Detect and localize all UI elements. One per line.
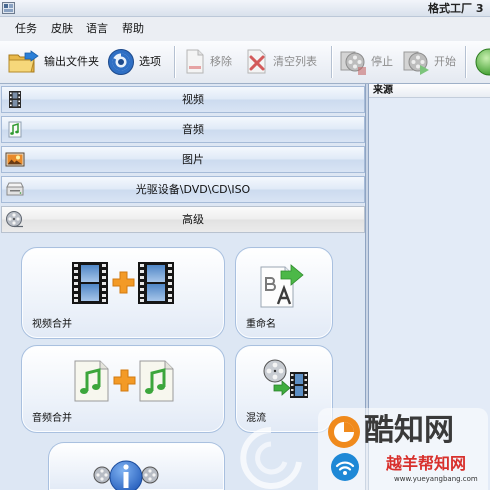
video-merge-icon bbox=[72, 262, 174, 304]
category-video[interactable]: 视频 bbox=[1, 86, 365, 113]
media-info-icon bbox=[93, 455, 159, 490]
stop-button[interactable]: 停止 bbox=[339, 41, 393, 83]
options-label: 选项 bbox=[139, 55, 161, 68]
category-label: 图片 bbox=[182, 153, 204, 166]
rename-label: 重命名 bbox=[246, 319, 276, 330]
watermark-site-logo-icon bbox=[330, 452, 360, 482]
output-folder-button[interactable]: 输出文件夹 bbox=[8, 41, 99, 83]
menu-skin[interactable]: 皮肤 bbox=[51, 22, 73, 36]
watermark-url: www.yueyangbang.com bbox=[394, 475, 478, 483]
column-source[interactable]: 来源 bbox=[373, 85, 393, 97]
rename-icon bbox=[257, 264, 305, 308]
clear-list-button[interactable]: 清空列表 bbox=[245, 41, 317, 83]
options-gear-icon bbox=[107, 48, 135, 76]
toolbar-separator bbox=[174, 46, 176, 78]
audio-merge-icon bbox=[74, 360, 174, 402]
remove-document-icon bbox=[184, 49, 206, 75]
toolbar: 输出文件夹 选项 移除 清空列表 停止 开始 bbox=[0, 41, 490, 84]
category-label: 光驱设备\DVD\CD\ISO bbox=[135, 183, 251, 196]
video-merge-button[interactable]: 视频合并 bbox=[21, 247, 225, 339]
audio-merge-label: 音频合并 bbox=[32, 413, 72, 424]
stop-icon bbox=[339, 48, 367, 76]
swirl-watermark-icon bbox=[236, 424, 306, 490]
category-audio[interactable]: 音频 bbox=[1, 116, 365, 143]
app-icon[interactable] bbox=[2, 2, 15, 14]
clear-list-icon bbox=[245, 49, 269, 75]
toolbar-separator bbox=[465, 46, 467, 78]
green-globe-icon[interactable] bbox=[472, 47, 490, 77]
watermark-site-name: 越羊帮知网 bbox=[386, 454, 467, 473]
menu-help[interactable]: 帮助 bbox=[122, 22, 144, 36]
file-list-header: 来源 bbox=[369, 84, 490, 98]
start-button[interactable]: 开始 bbox=[402, 41, 456, 83]
toolbar-separator bbox=[331, 46, 333, 78]
category-label: 视频 bbox=[182, 93, 204, 106]
watermark-logo-icon bbox=[326, 414, 362, 450]
remove-button[interactable]: 移除 bbox=[184, 41, 232, 83]
audio-merge-button[interactable]: 音频合并 bbox=[21, 345, 225, 433]
stop-label: 停止 bbox=[371, 55, 393, 68]
menu-language[interactable]: 语言 bbox=[86, 22, 108, 36]
start-label: 开始 bbox=[434, 55, 456, 68]
output-folder-label: 输出文件夹 bbox=[44, 55, 99, 68]
title-bar[interactable]: 格式工厂 3 bbox=[0, 0, 490, 17]
menu-bar: 任务 皮肤 语言 帮助 bbox=[0, 17, 490, 41]
folder-arrow-icon bbox=[8, 50, 40, 74]
category-disc-drive[interactable]: 光驱设备\DVD\CD\ISO bbox=[1, 176, 365, 203]
menu-task[interactable]: 任务 bbox=[15, 22, 37, 36]
category-advanced[interactable]: 高级 bbox=[1, 206, 365, 233]
watermark-brand: 酷知网 bbox=[364, 414, 454, 448]
media-info-button[interactable] bbox=[48, 442, 225, 490]
category-panel: 视频 音频 图片 光驱设备\DVD\CD\ISO 高级 视频合并 重命名 音频合… bbox=[0, 84, 366, 490]
start-icon bbox=[402, 48, 430, 76]
mux-icon bbox=[262, 358, 310, 400]
rename-button[interactable]: 重命名 bbox=[235, 247, 333, 339]
category-label: 高级 bbox=[182, 213, 204, 226]
category-picture[interactable]: 图片 bbox=[1, 146, 365, 173]
window-title: 格式工厂 3 bbox=[428, 2, 484, 15]
video-merge-label: 视频合并 bbox=[32, 319, 72, 330]
advanced-tools-area: 视频合并 重命名 音频合并 混流 bbox=[0, 234, 365, 490]
category-label: 音频 bbox=[182, 123, 204, 136]
remove-label: 移除 bbox=[210, 55, 232, 68]
clear-list-label: 清空列表 bbox=[273, 55, 317, 68]
options-button[interactable]: 选项 bbox=[107, 41, 161, 83]
